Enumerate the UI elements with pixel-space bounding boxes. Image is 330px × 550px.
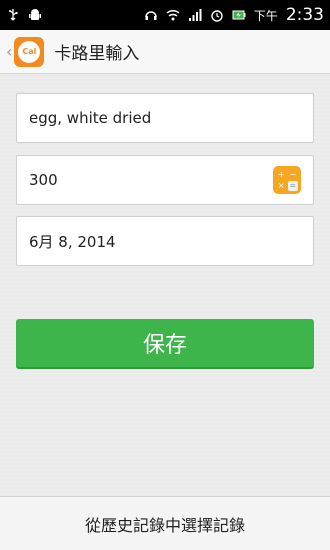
headphones-icon xyxy=(144,8,158,22)
calories-field[interactable]: 300 + − × = xyxy=(16,155,314,205)
status-time-label: 下午 xyxy=(253,8,278,23)
usb-icon xyxy=(6,8,20,22)
action-bar: ‹ Cal 卡路里輸入 xyxy=(0,30,330,74)
date-value: 6月 8, 2014 xyxy=(29,232,116,251)
content-area: egg, white dried 300 + − × = 6月 8, 2014 … xyxy=(0,75,330,495)
android-debug-icon xyxy=(28,8,42,22)
status-left xyxy=(6,8,42,22)
screen: 下午 2:33 ‹ Cal 卡路里輸入 egg, white dried 300… xyxy=(0,0,330,550)
app-logo-text: Cal xyxy=(18,40,41,63)
calc-minus-glyph: − xyxy=(287,169,298,180)
app-logo-icon[interactable]: Cal xyxy=(14,36,45,67)
history-button[interactable]: 從歷史記錄中選擇記錄 xyxy=(0,496,330,550)
save-button[interactable]: 保存 xyxy=(16,319,314,369)
calc-plus-glyph: + xyxy=(276,169,287,180)
date-field[interactable]: 6月 8, 2014 xyxy=(16,216,314,266)
status-right: 下午 2:33 xyxy=(144,5,324,25)
calories-value: 300 xyxy=(29,171,58,189)
calc-equals-glyph: = xyxy=(287,180,298,191)
calc-times-glyph: × xyxy=(276,180,287,191)
back-chevron-icon[interactable]: ‹ xyxy=(6,42,12,61)
signal-icon xyxy=(188,8,202,22)
status-bar: 下午 2:33 xyxy=(0,0,330,30)
calculator-icon[interactable]: + − × = xyxy=(273,166,301,194)
battery-charging-icon xyxy=(232,8,246,22)
alarm-icon xyxy=(210,8,224,22)
wifi-icon xyxy=(166,8,180,22)
page-title: 卡路里輸入 xyxy=(54,44,140,64)
food-name-value: egg, white dried xyxy=(29,109,152,127)
food-name-field[interactable]: egg, white dried xyxy=(16,93,314,143)
status-time: 2:33 xyxy=(285,5,324,25)
